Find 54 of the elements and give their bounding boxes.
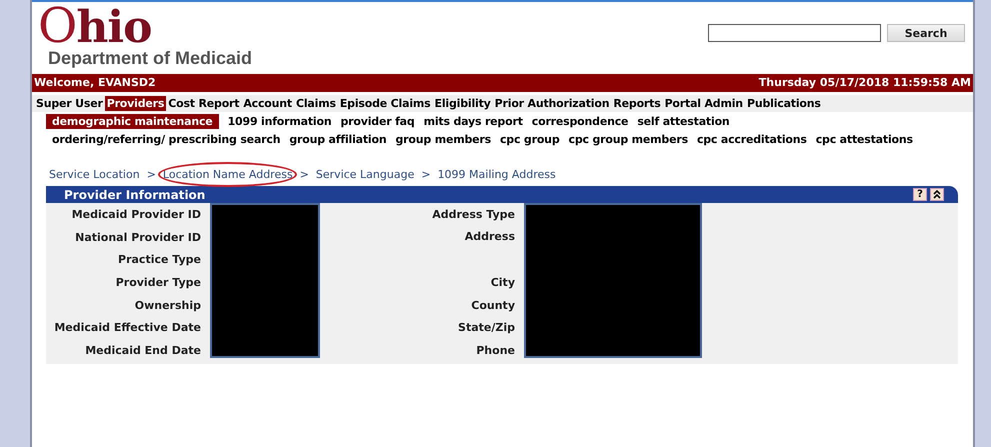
breadcrumb-link[interactable]: Service Location (49, 168, 140, 181)
menu-tab[interactable]: Cost Report (166, 96, 242, 111)
welcome-text: Welcome, EVANSD2 (34, 76, 156, 90)
breadcrumb-link[interactable]: Location Name Address (162, 168, 293, 181)
menu-tab[interactable]: Providers (104, 96, 166, 111)
search-field[interactable] (708, 24, 881, 42)
submenu-link[interactable]: cpc attestations (816, 132, 913, 146)
menu-tab[interactable]: Reports (611, 96, 663, 111)
menu-tab[interactable]: Claims (294, 96, 338, 111)
logo-subtitle: Department of Medicaid (48, 48, 252, 68)
panel-title: Provider Information (64, 188, 206, 202)
menu-tab[interactable]: Super User (34, 96, 105, 111)
field-label: Medicaid Provider ID (70, 208, 201, 221)
field-label: Address Type (431, 208, 515, 221)
breadcrumb-link[interactable]: 1099 Mailing Address (438, 168, 556, 181)
submenu-link[interactable]: group members (396, 132, 491, 146)
field-label: City (490, 276, 515, 289)
field-label: Medicaid Effective Date (53, 321, 201, 334)
menu-tab[interactable]: Portal Admin (662, 96, 745, 111)
collapse-button[interactable] (930, 188, 944, 201)
help-button[interactable]: ? (913, 188, 927, 201)
menu-tab[interactable]: Eligibility (432, 96, 493, 111)
field-label: Address (464, 228, 515, 243)
breadcrumb-separator: > (421, 168, 431, 181)
submenu-link[interactable]: 1099 information (228, 114, 332, 128)
submenu-link[interactable]: group affiliation (289, 132, 386, 146)
field-label: State/Zip (457, 321, 515, 334)
double-chevron-up-icon (933, 190, 941, 199)
field-label: Medicaid End Date (84, 344, 201, 357)
menu-tab[interactable]: Publications (744, 96, 823, 111)
submenu-link[interactable]: correspondence (532, 114, 628, 128)
menu-tab[interactable]: Episode Claims (338, 96, 433, 111)
submenu-link[interactable]: cpc group members (568, 132, 688, 146)
submenu-link[interactable]: demographic maintenance (46, 114, 219, 128)
submenu-link[interactable]: provider faq (340, 114, 415, 128)
field-label: Practice Type (117, 253, 201, 266)
breadcrumb-separator: > (146, 168, 156, 181)
submenu-link[interactable]: cpc accreditations (696, 132, 807, 146)
menu-tab[interactable]: Prior Authorization (492, 96, 612, 111)
submenu-link[interactable]: cpc group (500, 132, 560, 146)
submenu-link[interactable]: mits days report (424, 114, 523, 128)
logo-title: Ohio (38, 6, 152, 48)
breadcrumb-separator: > (300, 168, 309, 181)
field-label: Ownership (134, 298, 201, 312)
date-time-text: Thursday 05/17/2018 11:59:58 AM (758, 76, 971, 90)
submenu-link[interactable]: self attestation (637, 114, 730, 128)
field-label: National Provider ID (74, 230, 201, 244)
field-label: Phone (475, 344, 515, 357)
field-label: County (470, 298, 515, 312)
submenu-link[interactable]: ordering/referring/ prescribing search (52, 132, 280, 146)
field-label: Provider Type (114, 276, 201, 289)
menu-tab[interactable]: Account (241, 96, 294, 111)
search-button[interactable]: Search (887, 24, 965, 42)
breadcrumb-link[interactable]: Service Language (316, 168, 414, 181)
